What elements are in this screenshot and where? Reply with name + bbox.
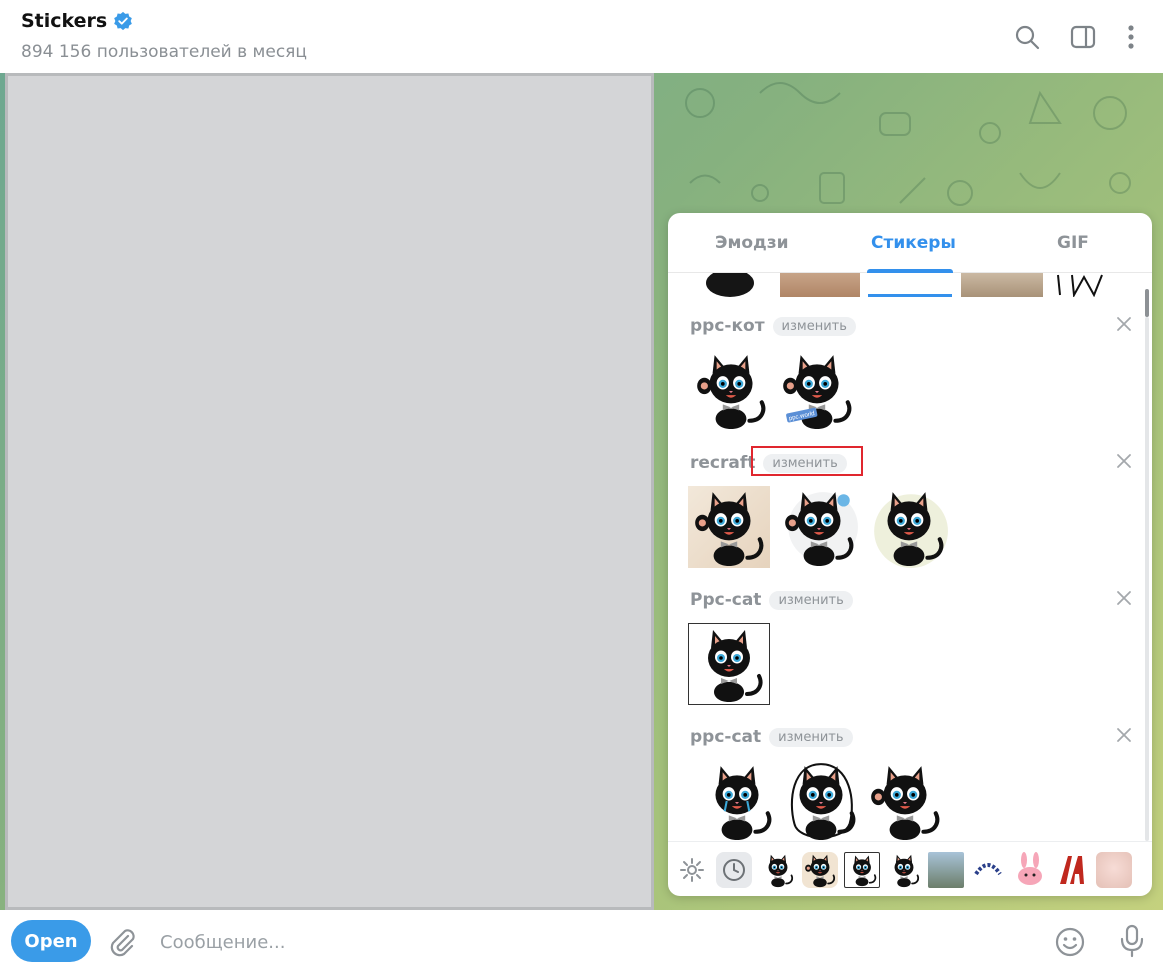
search-icon[interactable] <box>1012 22 1042 52</box>
sticker[interactable]: ppc.world <box>776 349 858 431</box>
sticker[interactable] <box>690 349 772 431</box>
close-icon[interactable] <box>1114 451 1134 471</box>
sticker[interactable] <box>868 486 950 568</box>
sticker-set-name: ppc-cat <box>690 727 762 747</box>
close-icon[interactable] <box>1114 588 1134 608</box>
tab-stickers[interactable]: Стикеры <box>871 233 956 253</box>
scrollbar-thumb[interactable] <box>1145 289 1149 317</box>
sticker-set-thumb[interactable] <box>928 852 964 888</box>
sticker-set-header: Ppc-cat изменить <box>690 590 853 610</box>
sticker[interactable] <box>698 273 764 297</box>
sticker-set-thumb[interactable] <box>1012 852 1048 888</box>
sticker[interactable] <box>696 760 778 841</box>
sticker[interactable] <box>780 760 862 841</box>
sticker[interactable] <box>961 273 1043 297</box>
sticker-set-bar <box>668 841 1152 896</box>
sticker-set-name: recraft <box>690 453 756 473</box>
sticker-set-thumb[interactable] <box>1054 852 1090 888</box>
close-icon[interactable] <box>1114 314 1134 334</box>
scrollbar-track[interactable] <box>1145 317 1149 841</box>
sticker[interactable] <box>688 623 770 705</box>
more-menu-icon[interactable] <box>1116 22 1146 52</box>
sidebar-toggle-icon[interactable] <box>1068 22 1098 52</box>
sticker[interactable] <box>1054 273 1124 297</box>
message-input[interactable] <box>160 924 1020 960</box>
tab-emoji[interactable]: Эмодзи <box>715 233 789 253</box>
chat-header: Stickers 894 156 пользователей в месяц <box>0 0 1163 73</box>
sticker[interactable] <box>778 486 860 568</box>
message-composer: Open <box>0 910 1163 973</box>
highlight-box <box>751 446 863 476</box>
edit-set-button[interactable]: изменить <box>769 727 853 747</box>
tab-gif[interactable]: GIF <box>1057 233 1089 253</box>
edit-set-button[interactable]: изменить <box>769 590 853 610</box>
sticker-set-name: Ppc-cat <box>690 590 762 610</box>
sticker[interactable] <box>864 760 946 841</box>
media-placeholder[interactable] <box>5 73 654 910</box>
sticker-set-thumb[interactable] <box>844 852 880 888</box>
sticker-set-header: ppc-кот изменить <box>690 316 856 336</box>
panel-tabs: Эмодзи Стикеры GIF <box>668 213 1152 273</box>
emoji-smile-icon[interactable] <box>1054 926 1086 958</box>
sticker-set-thumb[interactable] <box>1096 852 1132 888</box>
telegram-window: Stickers 894 156 пользователей в месяц Э… <box>0 0 1163 973</box>
edit-set-button[interactable]: изменить <box>772 316 856 336</box>
microphone-icon[interactable] <box>1116 924 1148 958</box>
sticker[interactable] <box>688 486 770 568</box>
attach-paperclip-icon[interactable] <box>106 926 138 958</box>
sticker-set-thumb[interactable] <box>802 852 838 888</box>
chat-title-row[interactable]: Stickers <box>21 10 133 32</box>
sticker-set-thumb[interactable] <box>760 852 796 888</box>
chat-subtitle: 894 156 пользователей в месяц <box>21 42 307 62</box>
sticker-panel: Эмодзи Стикеры GIF ppc-кот изменить ppc.… <box>668 213 1152 896</box>
open-app-button[interactable]: Open <box>11 920 91 962</box>
sticker-scroll-area[interactable]: ppc-кот изменить ppc.world recraft измен… <box>668 273 1152 841</box>
settings-icon[interactable] <box>674 852 710 888</box>
close-icon[interactable] <box>1114 725 1134 745</box>
sticker[interactable] <box>868 273 952 297</box>
chat-title[interactable]: Stickers <box>21 10 107 32</box>
sticker-set-thumb[interactable] <box>886 852 922 888</box>
recent-clock-icon[interactable] <box>716 852 752 888</box>
sticker[interactable] <box>780 273 860 297</box>
sticker-set-name: ppc-кот <box>690 316 765 336</box>
sticker-set-header: ppc-cat изменить <box>690 727 853 747</box>
verified-badge-icon <box>114 11 133 31</box>
sticker-set-thumb[interactable] <box>970 852 1006 888</box>
previous-set-row <box>668 273 1152 297</box>
